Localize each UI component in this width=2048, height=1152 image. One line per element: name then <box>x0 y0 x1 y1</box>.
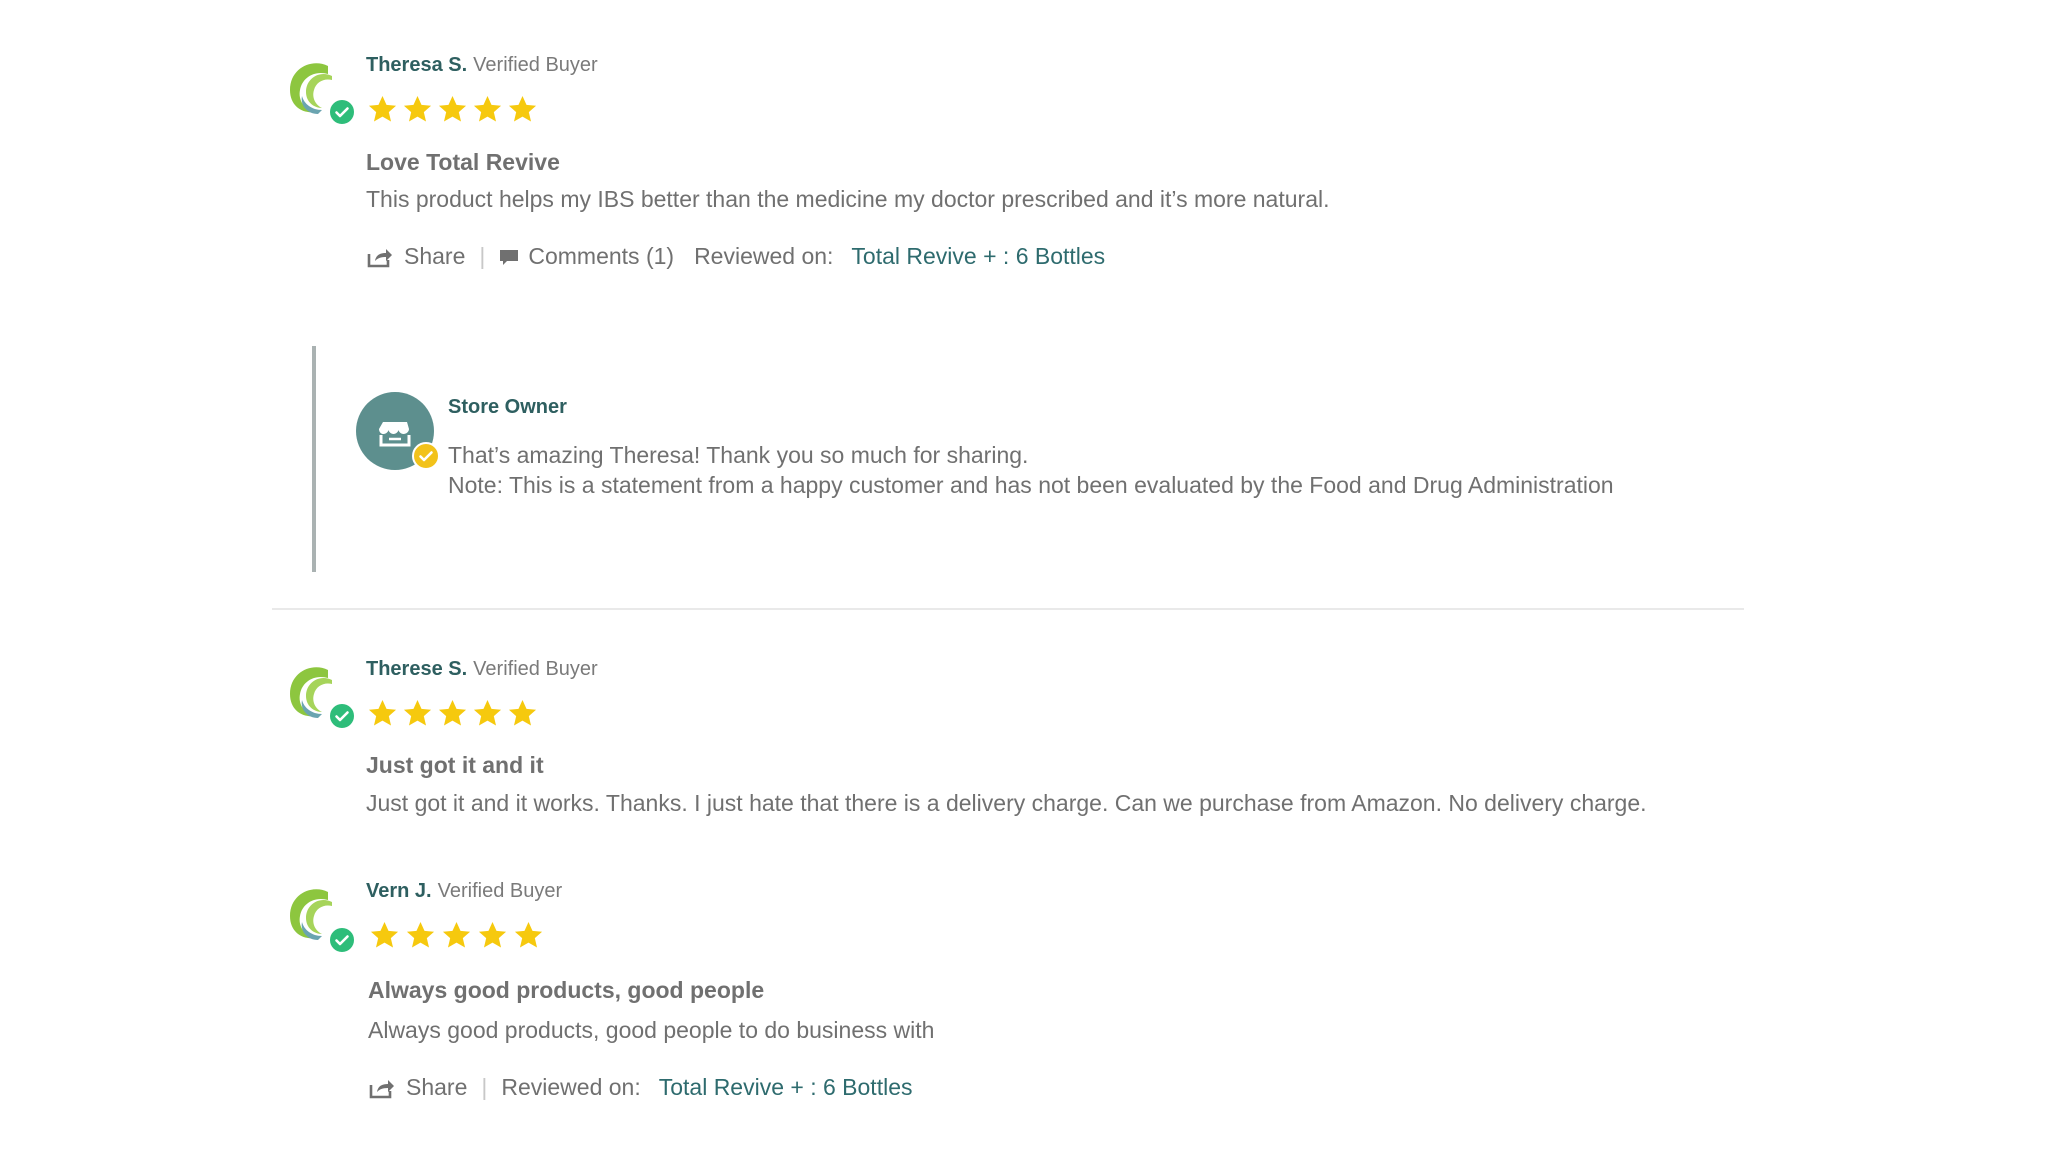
share-label: Share <box>404 243 466 269</box>
product-link[interactable]: Total Revive + : 6 Bottles <box>659 1074 913 1101</box>
divider: | <box>481 1074 488 1100</box>
reply-text-line2: Note: This is a statement from a happy c… <box>448 472 1614 498</box>
comments-button[interactable]: Comments (1) <box>499 243 674 270</box>
reviewer-name: Therese S. <box>366 658 468 680</box>
star-icon <box>441 920 472 951</box>
share-icon <box>366 246 394 268</box>
reply-text-line1: That’s amazing Theresa! Thank you so muc… <box>448 442 1029 468</box>
store-reply: Store Owner That’s amazing Theresa! Than… <box>312 346 1712 572</box>
star-icon <box>402 698 433 729</box>
store-owner-name: Store Owner <box>448 396 567 418</box>
reviewer-avatar <box>282 660 356 730</box>
review-title: Love Total Revive <box>366 149 560 175</box>
reviewer-header: Therese S. Verified Buyer <box>366 658 598 681</box>
star-icon <box>402 94 433 125</box>
comment-icon <box>499 249 519 267</box>
star-rating <box>367 94 538 125</box>
reviewer-avatar <box>282 56 356 126</box>
star-icon <box>507 94 538 125</box>
review-divider <box>272 608 1744 610</box>
reply-border <box>312 346 316 572</box>
star-rating <box>367 698 538 729</box>
share-button[interactable]: Share <box>368 1074 467 1101</box>
product-link[interactable]: Total Revive + : 6 Bottles <box>851 243 1105 270</box>
divider: | <box>479 243 486 269</box>
star-icon <box>437 94 468 125</box>
reviewer-header: Vern J. Verified Buyer <box>366 880 562 903</box>
share-icon <box>368 1077 396 1099</box>
star-icon <box>472 698 503 729</box>
reviewed-on-label: Reviewed on: <box>694 243 834 269</box>
review-item: Therese S. Verified Buyer Just got it and… <box>0 640 2048 840</box>
star-icon <box>472 94 503 125</box>
review-actions: Share | Reviewed on: Total Revive + : 6 … <box>368 1074 912 1101</box>
star-icon <box>369 920 400 951</box>
reviewed-on-label: Reviewed on: <box>501 1074 641 1100</box>
reviewer-name: Vern J. <box>366 880 432 902</box>
check-circle-icon <box>328 926 356 954</box>
star-icon <box>507 698 538 729</box>
share-button[interactable]: Share <box>366 243 465 270</box>
star-icon <box>437 698 468 729</box>
review-body: Always good products, good people to do … <box>368 1017 935 1043</box>
review-item: Theresa S. Verified Buyer Love Total Revi… <box>0 0 2048 300</box>
reviewer-header: Theresa S. Verified Buyer <box>366 54 598 77</box>
review-title: Always good products, good people <box>368 977 765 1003</box>
star-rating <box>369 920 544 951</box>
verified-badge: Verified Buyer <box>473 658 598 680</box>
verified-badge: Verified Buyer <box>473 54 598 76</box>
comments-label: Comments (1) <box>528 243 675 269</box>
review-actions: Share | Comments (1) Reviewed on: Total … <box>366 243 1105 270</box>
star-icon <box>367 698 398 729</box>
check-circle-icon <box>412 442 440 470</box>
star-icon <box>367 94 398 125</box>
check-circle-icon <box>328 98 356 126</box>
review-body: Just got it and it works. Thanks. I just… <box>366 790 1647 816</box>
reviewer-avatar <box>282 882 356 954</box>
star-icon <box>513 920 544 951</box>
verified-badge: Verified Buyer <box>437 880 563 902</box>
check-circle-icon <box>328 702 356 730</box>
share-label: Share <box>406 1074 468 1100</box>
review-item: Vern J. Verified Buyer Always good produc… <box>0 860 2048 1120</box>
star-icon <box>477 920 508 951</box>
reviewer-name: Theresa S. <box>366 54 468 76</box>
star-icon <box>405 920 436 951</box>
review-title: Just got it and it <box>366 752 544 778</box>
store-avatar <box>356 392 440 470</box>
review-body: This product helps my IBS better than th… <box>366 186 1330 212</box>
